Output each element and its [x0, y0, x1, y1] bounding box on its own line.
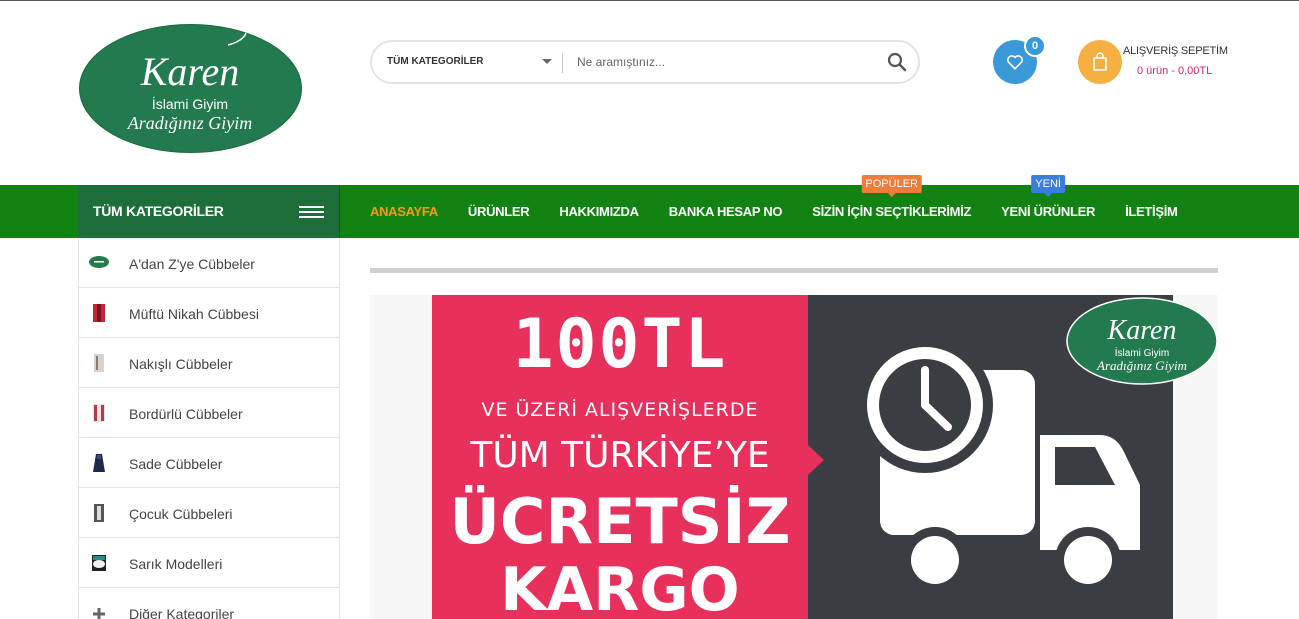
banner-condition: VE ÜZERİ ALIŞVERİŞLERDE	[481, 399, 759, 421]
sidebar-item-children-robes[interactable]: Çocuk Cübbeleri	[79, 488, 339, 538]
banner-coverage: TÜM TÜRKİYE’YE	[470, 435, 770, 476]
svg-text:Karen: Karen	[140, 49, 240, 94]
search-divider	[562, 53, 563, 73]
category-thumbnail-icon	[93, 304, 105, 322]
sidebar-item-embroidered-robes[interactable]: Nakışlı Cübbeler	[79, 338, 339, 388]
category-thumbnail-icon	[94, 504, 104, 522]
nav-item-home[interactable]: ANASAYFA	[355, 185, 453, 238]
banner-arrow	[808, 445, 824, 475]
category-thumbnail-icon	[93, 454, 105, 472]
category-thumbnail-icon	[92, 555, 106, 571]
search-icon[interactable]	[886, 51, 908, 73]
sidebar-item-label: Çocuk Cübbeleri	[129, 506, 233, 522]
site-logo[interactable]: Karen İslami Giyim Aradığınız Giyim	[78, 23, 303, 154]
top-border	[0, 0, 1299, 1]
sidebar-item-plain-robes[interactable]: Sade Cübbeler	[79, 438, 339, 488]
cart-button[interactable]	[1078, 40, 1122, 84]
nav-item-products[interactable]: ÜRÜNLER	[453, 185, 544, 238]
search-category-select[interactable]: TÜM KATEGORİLER	[387, 42, 483, 82]
sidebar-item-label: Diğer Kategoriler	[129, 606, 235, 619]
nav-item-contact[interactable]: İLETİŞİM	[1110, 185, 1193, 238]
heart-icon	[1007, 55, 1023, 70]
search-input[interactable]	[577, 51, 867, 73]
sidebar-item-label: Sade Cübbeler	[129, 456, 223, 472]
sidebar-item-bordered-robes[interactable]: Bordürlü Cübbeler	[79, 388, 339, 438]
all-categories-header[interactable]: TÜM KATEGORİLER	[78, 185, 340, 238]
sidebar-item-label: Sarık Modelleri	[129, 556, 223, 572]
cart-title[interactable]: ALIŞVERİŞ SEPETİM	[1123, 45, 1228, 57]
sidebar-item-turban-models[interactable]: Sarık Modelleri	[79, 538, 339, 588]
popular-badge: POPÜLER	[861, 175, 922, 197]
nav-item-new-products[interactable]: YENİ YENİ ÜRÜNLER	[986, 175, 1110, 238]
sidebar-item-label: A'dan Z'ye Cübbeler	[129, 256, 255, 272]
sidebar-item-a-z-robes[interactable]: A'dan Z'ye Cübbeler	[79, 238, 339, 288]
sidebar-item-other-categories[interactable]: Diğer Kategoriler	[79, 588, 339, 619]
banner-logo: Karen İslami Giyim Aradığınız Giyim	[1066, 297, 1218, 385]
nav-item-bank-accounts[interactable]: BANKA HESAP NO	[654, 185, 798, 238]
sidebar-item-label: Müftü Nikah Cübbesi	[129, 306, 259, 322]
svg-text:İslami Giyim: İslami Giyim	[152, 95, 228, 112]
category-sidebar: A'dan Z'ye Cübbeler Müftü Nikah Cübbesi …	[78, 238, 340, 619]
free-shipping-banner[interactable]: 100TL VE ÜZERİ ALIŞVERİŞLERDE TÜM TÜRKİY…	[370, 295, 1218, 619]
chevron-down-icon[interactable]	[542, 59, 552, 64]
svg-text:Karen: Karen	[1107, 315, 1177, 346]
banner-cargo: KARGO	[500, 555, 740, 619]
main-nav: ANASAYFA ÜRÜNLER HAKKIMIZDA BANKA HESAP …	[355, 175, 1193, 238]
search-bar: TÜM KATEGORİLER	[370, 40, 920, 84]
sidebar-item-label: Bordürlü Cübbeler	[129, 406, 243, 422]
content-divider	[370, 268, 1218, 273]
banner-amount: 100TL	[512, 305, 728, 384]
all-categories-label: TÜM KATEGORİLER	[93, 203, 224, 219]
category-thumbnail-icon	[93, 404, 105, 422]
cart-summary[interactable]: 0 ürün - 0,00TL	[1137, 65, 1212, 77]
hamburger-menu-icon[interactable]	[299, 206, 324, 218]
plus-icon	[93, 608, 105, 619]
nav-item-our-picks[interactable]: POPÜLER SİZİN İÇİN SEÇTİKLERİMİZ	[797, 175, 986, 238]
sidebar-item-mufti-nikah-robe[interactable]: Müftü Nikah Cübbesi	[79, 288, 339, 338]
category-thumbnail-icon	[89, 256, 109, 268]
banner-free: ÜCRETSİZ	[449, 485, 791, 558]
shopping-bag-icon	[1093, 52, 1107, 71]
svg-text:Aradığınız Giyim: Aradığınız Giyim	[127, 113, 253, 133]
new-badge: YENİ	[1031, 175, 1065, 197]
category-thumbnail-icon	[94, 354, 104, 372]
nav-item-about[interactable]: HAKKIMIZDA	[544, 185, 653, 238]
svg-text:Aradığınız Giyim: Aradığınız Giyim	[1096, 358, 1187, 373]
wishlist-count-badge: 0	[1024, 35, 1046, 57]
sidebar-item-label: Nakışlı Cübbeler	[129, 356, 233, 372]
